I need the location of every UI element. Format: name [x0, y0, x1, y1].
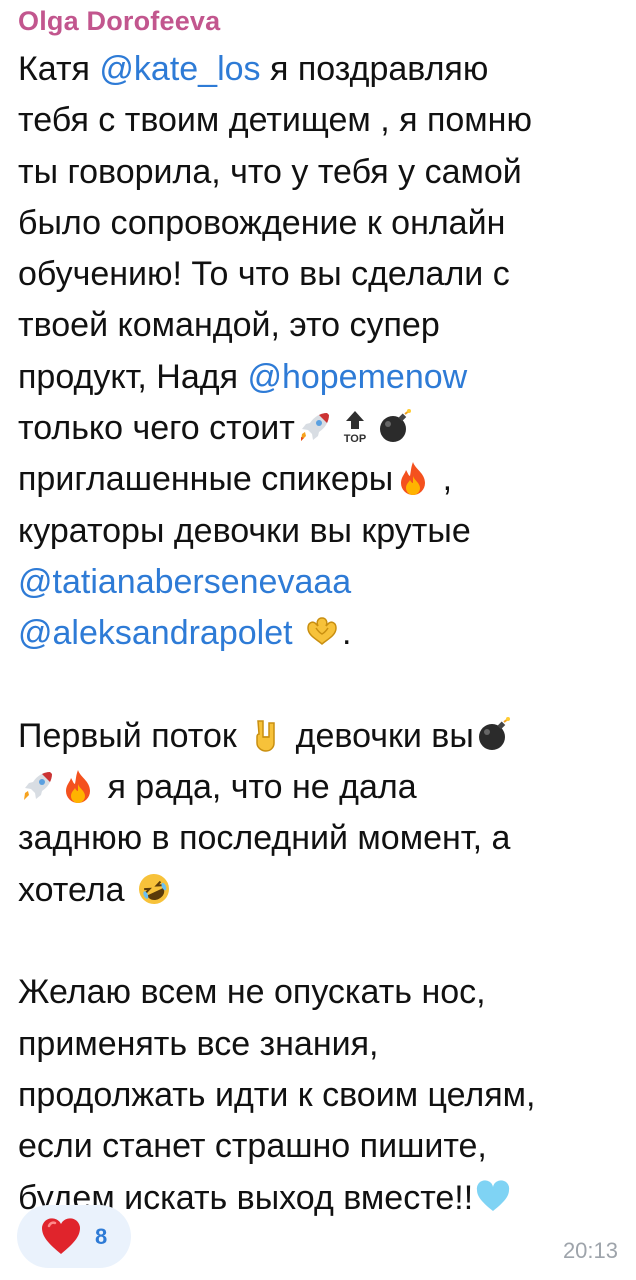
message-line-3: ты говорила, что у тебя у самой	[18, 152, 522, 191]
message-line-21: продолжать идти к своим целям,	[18, 1075, 536, 1114]
text-span: ,	[433, 460, 453, 499]
message-line-16: заднюю в последний момент, а	[18, 819, 511, 858]
message-timestamp: 20:13	[562, 1238, 618, 1263]
message-line-8: только чего стоит TOP	[18, 403, 624, 454]
text-span: девочки вы	[286, 716, 474, 755]
mention-aleksandrapolet[interactable]: @aleksandrapolet	[18, 614, 293, 652]
rocket-icon	[297, 409, 333, 445]
heart-hands-icon	[304, 614, 340, 650]
text-span: .	[342, 614, 352, 653]
fire-icon	[60, 768, 96, 804]
bomb-icon	[476, 716, 512, 753]
text-span: Катя	[18, 50, 100, 88]
text-span: продукт, Надя	[18, 357, 248, 396]
red-heart-icon	[39, 1214, 83, 1258]
message-line-6: твоей командой, это супер	[18, 306, 440, 345]
text-span: я рада, что не дала	[98, 768, 417, 807]
message-line-20: применять все знания,	[18, 1024, 379, 1063]
message-line-11: @tatianabersenevaaa	[18, 557, 624, 608]
bomb-icon	[377, 409, 413, 445]
message-text: Катя @kate_los я поздравляю тебя с твоим…	[18, 44, 624, 1224]
message-line-15: я рада, что не дала	[18, 762, 624, 813]
message-line-10: кураторы девочки вы крутые	[18, 511, 471, 550]
mention-hopemenow[interactable]: @hopemenow	[247, 358, 467, 396]
message-line-1: Катя @kate_los я поздравляю	[18, 44, 624, 95]
message-line-5: обучению! То что вы сделали с	[18, 255, 510, 294]
text-span: Первый поток	[18, 716, 247, 755]
text-span: хотела	[18, 870, 134, 909]
message-line-19: Желаю всем не опускать нос,	[18, 973, 486, 1012]
rofl-icon	[136, 871, 172, 907]
message-line-4: было сопровождение к онлайн	[18, 203, 506, 242]
message-line-14: Первый поток девочки вы	[18, 711, 624, 762]
message-line-12: @aleksandrapolet .	[18, 608, 624, 659]
mention-tatianabersenevaaa[interactable]: @tatianabersenevaaa	[18, 563, 351, 601]
svg-text:TOP: TOP	[344, 433, 366, 445]
text-span: приглашенные спикеры	[18, 460, 394, 499]
message-line-17: хотела	[18, 865, 624, 916]
reaction-count: 8	[95, 1224, 108, 1249]
text-span: я поздравляю	[260, 50, 489, 88]
mention-kate-los[interactable]: @kate_los	[99, 50, 260, 88]
fire-icon	[395, 460, 431, 496]
message-line-9: приглашенные спикеры ,	[18, 454, 624, 505]
sender-name[interactable]: Olga Dorofeeva	[18, 6, 220, 37]
message-line-22: если станет страшно пишите,	[18, 1127, 487, 1166]
text-span: только чего стоит	[18, 409, 295, 448]
message-line-2: тебя с твоим детищем , я помню	[18, 101, 532, 140]
message-bubble: Olga Dorofeeva Катя @kate_los я поздравл…	[0, 0, 636, 1280]
light-blue-heart-icon	[475, 1179, 511, 1215]
rock-on-icon	[248, 717, 284, 753]
rocket-icon	[20, 768, 56, 804]
top-arrow-icon: TOP	[337, 409, 373, 445]
reaction-heart-button[interactable]: 8	[17, 1205, 131, 1268]
message-line-7: продукт, Надя @hopemenow	[18, 352, 624, 403]
